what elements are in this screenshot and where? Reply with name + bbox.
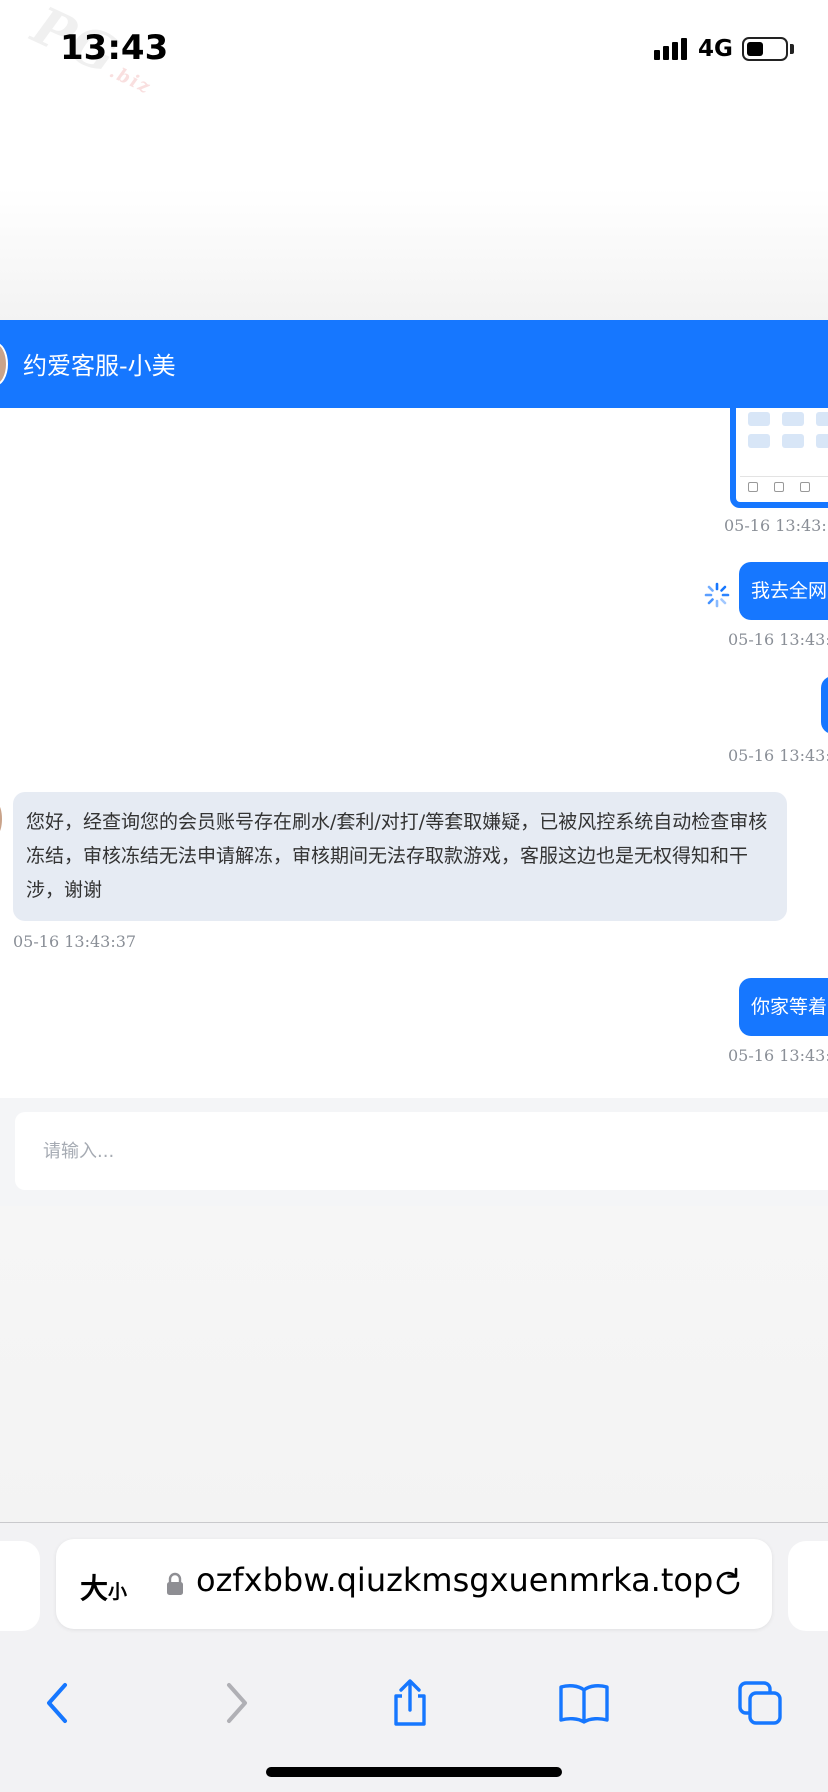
cellular-signal-icon xyxy=(654,38,687,60)
message-input[interactable] xyxy=(41,1136,741,1166)
tabs-button[interactable] xyxy=(730,1675,790,1731)
message-timestamp: 05-16 13:43:3 xyxy=(728,746,828,765)
agent-avatar-small xyxy=(0,804,2,834)
message-list[interactable]: 05-16 13:43:10 我去全网 05-16 13:43:2 05-16 … xyxy=(0,408,828,1098)
message-timestamp: 05-16 13:43:37 xyxy=(13,932,137,951)
bookmarks-button[interactable] xyxy=(554,1675,614,1731)
browser-toolbar: 大小 ozfxbbw.qiuzkmsgxuenmrka.top xyxy=(0,1522,828,1792)
url-text[interactable]: ozfxbbw.qiuzkmsgxuenmrka.top xyxy=(196,1561,736,1599)
image-thumbnail-tabbar xyxy=(740,476,828,498)
outgoing-message[interactable]: 我去全网 xyxy=(739,562,828,620)
battery-icon xyxy=(742,37,788,61)
text-size-label: 大 xyxy=(80,1572,109,1605)
next-tab-preview[interactable] xyxy=(788,1541,828,1631)
message-timestamp: 05-16 13:43:10 xyxy=(724,516,828,535)
outgoing-message[interactable] xyxy=(821,676,828,734)
share-icon xyxy=(394,1679,426,1726)
page-background-lower xyxy=(0,1206,828,1522)
battery-tip xyxy=(790,44,794,54)
outgoing-message[interactable]: 你家等着 xyxy=(739,978,828,1036)
message-timestamp: 05-16 13:43:4 xyxy=(728,1046,828,1065)
reload-icon[interactable] xyxy=(710,1565,746,1601)
screen: PG.biz PG.biz PG.biz PG.biz PG.biz PG.bi… xyxy=(0,0,828,1792)
image-thumbnail-content xyxy=(742,410,828,454)
status-time: 13:43 xyxy=(60,28,169,68)
back-button[interactable] xyxy=(28,1675,88,1731)
home-indicator[interactable] xyxy=(266,1767,562,1777)
forward-button[interactable] xyxy=(206,1675,266,1731)
chat-title: 约爱客服-小美 xyxy=(23,352,176,380)
image-message[interactable] xyxy=(730,408,828,508)
message-timestamp: 05-16 13:43:2 xyxy=(728,630,828,649)
book-icon xyxy=(559,1684,609,1724)
network-type: 4G xyxy=(698,36,733,62)
message-input-container[interactable] xyxy=(15,1112,828,1190)
lock-icon xyxy=(167,1572,183,1595)
loading-spinner-icon xyxy=(704,582,730,608)
tabs-icon xyxy=(738,1681,782,1725)
previous-tab-preview[interactable] xyxy=(0,1541,40,1631)
text-size-button[interactable]: 大小 xyxy=(80,1567,127,1607)
battery-level xyxy=(747,42,763,56)
address-bar[interactable]: 大小 ozfxbbw.qiuzkmsgxuenmrka.top xyxy=(56,1539,772,1629)
chevron-left-icon xyxy=(47,1683,67,1723)
status-bar: 13:43 4G xyxy=(0,0,828,100)
chat-header: 约爱客服-小美 xyxy=(0,320,828,408)
page-background xyxy=(0,100,828,320)
share-button[interactable] xyxy=(380,1675,440,1731)
text-size-label-small: 小 xyxy=(108,1581,128,1603)
agent-avatar[interactable] xyxy=(0,342,8,386)
incoming-message[interactable]: 您好，经查询您的会员账号存在刷水/套利/对打/等套取嫌疑，已被风控系统自动检查审… xyxy=(13,792,787,921)
chevron-right-icon xyxy=(227,1683,247,1723)
message-input-bar xyxy=(0,1098,828,1206)
